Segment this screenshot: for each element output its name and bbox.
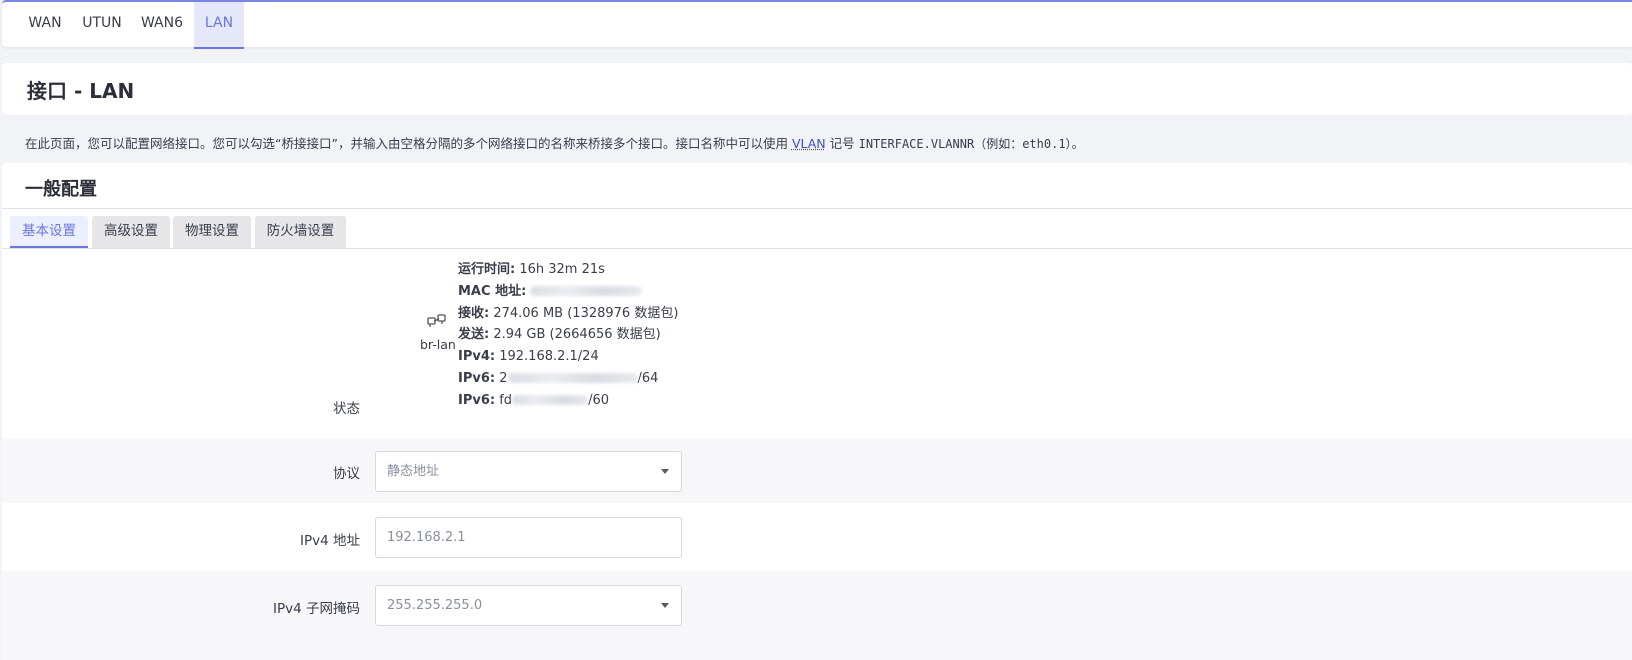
tab-firewall-settings[interactable]: 防火墙设置	[255, 216, 346, 248]
description-text-2: 记号	[825, 136, 859, 151]
tab-wan6[interactable]: WAN6	[132, 2, 192, 49]
network-bridge-icon	[427, 314, 446, 327]
tab-lan[interactable]: LAN	[194, 2, 244, 49]
section-title: 一般配置	[25, 179, 97, 200]
description-mono: INTERFACE.VLANNR（例如：eth0.1）	[858, 137, 1072, 151]
interface-name: br-lan	[420, 337, 456, 352]
netmask-label: IPv4 子网掩码	[273, 601, 360, 617]
status-uptime: 运行时间: 16h 32m 21s	[458, 262, 605, 277]
protocol-row: 协议 静态地址	[2, 439, 1632, 503]
general-config-card: 一般配置 基本设置 高级设置 物理设置 防火墙设置 状态 br-lan 运行时间…	[2, 163, 1632, 660]
protocol-label: 协议	[333, 466, 360, 482]
status-label: 状态	[333, 401, 360, 417]
status-ipv6-ula: IPv6: fd/60	[458, 392, 609, 408]
ipv4-address-input[interactable]: 192.168.2.1	[375, 517, 682, 558]
status-ipv4: IPv4: 192.168.2.1/24	[458, 349, 599, 365]
ipv4-address-row: IPv4 地址 192.168.2.1	[2, 503, 1632, 571]
tab-physical-settings[interactable]: 物理设置	[173, 216, 251, 248]
ipv4-address-value: 192.168.2.1	[387, 530, 466, 545]
redacted-mac	[530, 286, 643, 297]
description-text: 在此页面，您可以配置网络接口。您可以勾选“桥接接口”，并输入由空格分隔的多个网络…	[25, 136, 792, 151]
netmask-select[interactable]: 255.255.255.0	[375, 585, 682, 626]
section-divider	[2, 208, 1632, 209]
netmask-value: 255.255.255.0	[387, 598, 483, 613]
redacted-ipv6-ula	[512, 395, 589, 406]
page-title: 接口 - LAN	[27, 79, 135, 103]
chevron-down-icon	[661, 603, 669, 608]
description-text-3: 。	[1071, 136, 1085, 151]
tab-advanced-settings[interactable]: 高级设置	[92, 216, 170, 248]
protocol-select[interactable]: 静态地址	[375, 451, 682, 492]
status-tx: 发送: 2.94 GB (2664656 数据包)	[458, 327, 661, 343]
interface-tabs-bar: WAN UTUN WAN6 LAN	[2, 0, 1632, 49]
tabs-divider	[2, 248, 1632, 249]
status-ipv6-global: IPv6: 2/64	[458, 370, 659, 386]
tab-utun[interactable]: UTUN	[74, 2, 130, 49]
netmask-row: IPv4 子网掩码 255.255.255.0	[2, 571, 1632, 660]
status-info: 运行时间: 16h 32m 21s MAC 地址: 接收: 274.06 MB …	[458, 259, 678, 412]
page-description: 在此页面，您可以配置网络接口。您可以勾选“桥接接口”，并输入由空格分隔的多个网络…	[25, 133, 1084, 152]
tab-basic-settings[interactable]: 基本设置	[10, 216, 88, 248]
ipv4-address-label: IPv4 地址	[300, 533, 360, 549]
tab-wan[interactable]: WAN	[18, 2, 72, 49]
redacted-ipv6	[507, 373, 638, 384]
title-card: 接口 - LAN	[2, 63, 1632, 115]
status-rx: 接收: 274.06 MB (1328976 数据包)	[458, 305, 679, 321]
protocol-value: 静态地址	[387, 464, 440, 479]
status-mac: MAC 地址:	[458, 281, 678, 303]
vlan-link[interactable]: VLAN	[792, 136, 826, 151]
chevron-down-icon	[661, 469, 669, 474]
